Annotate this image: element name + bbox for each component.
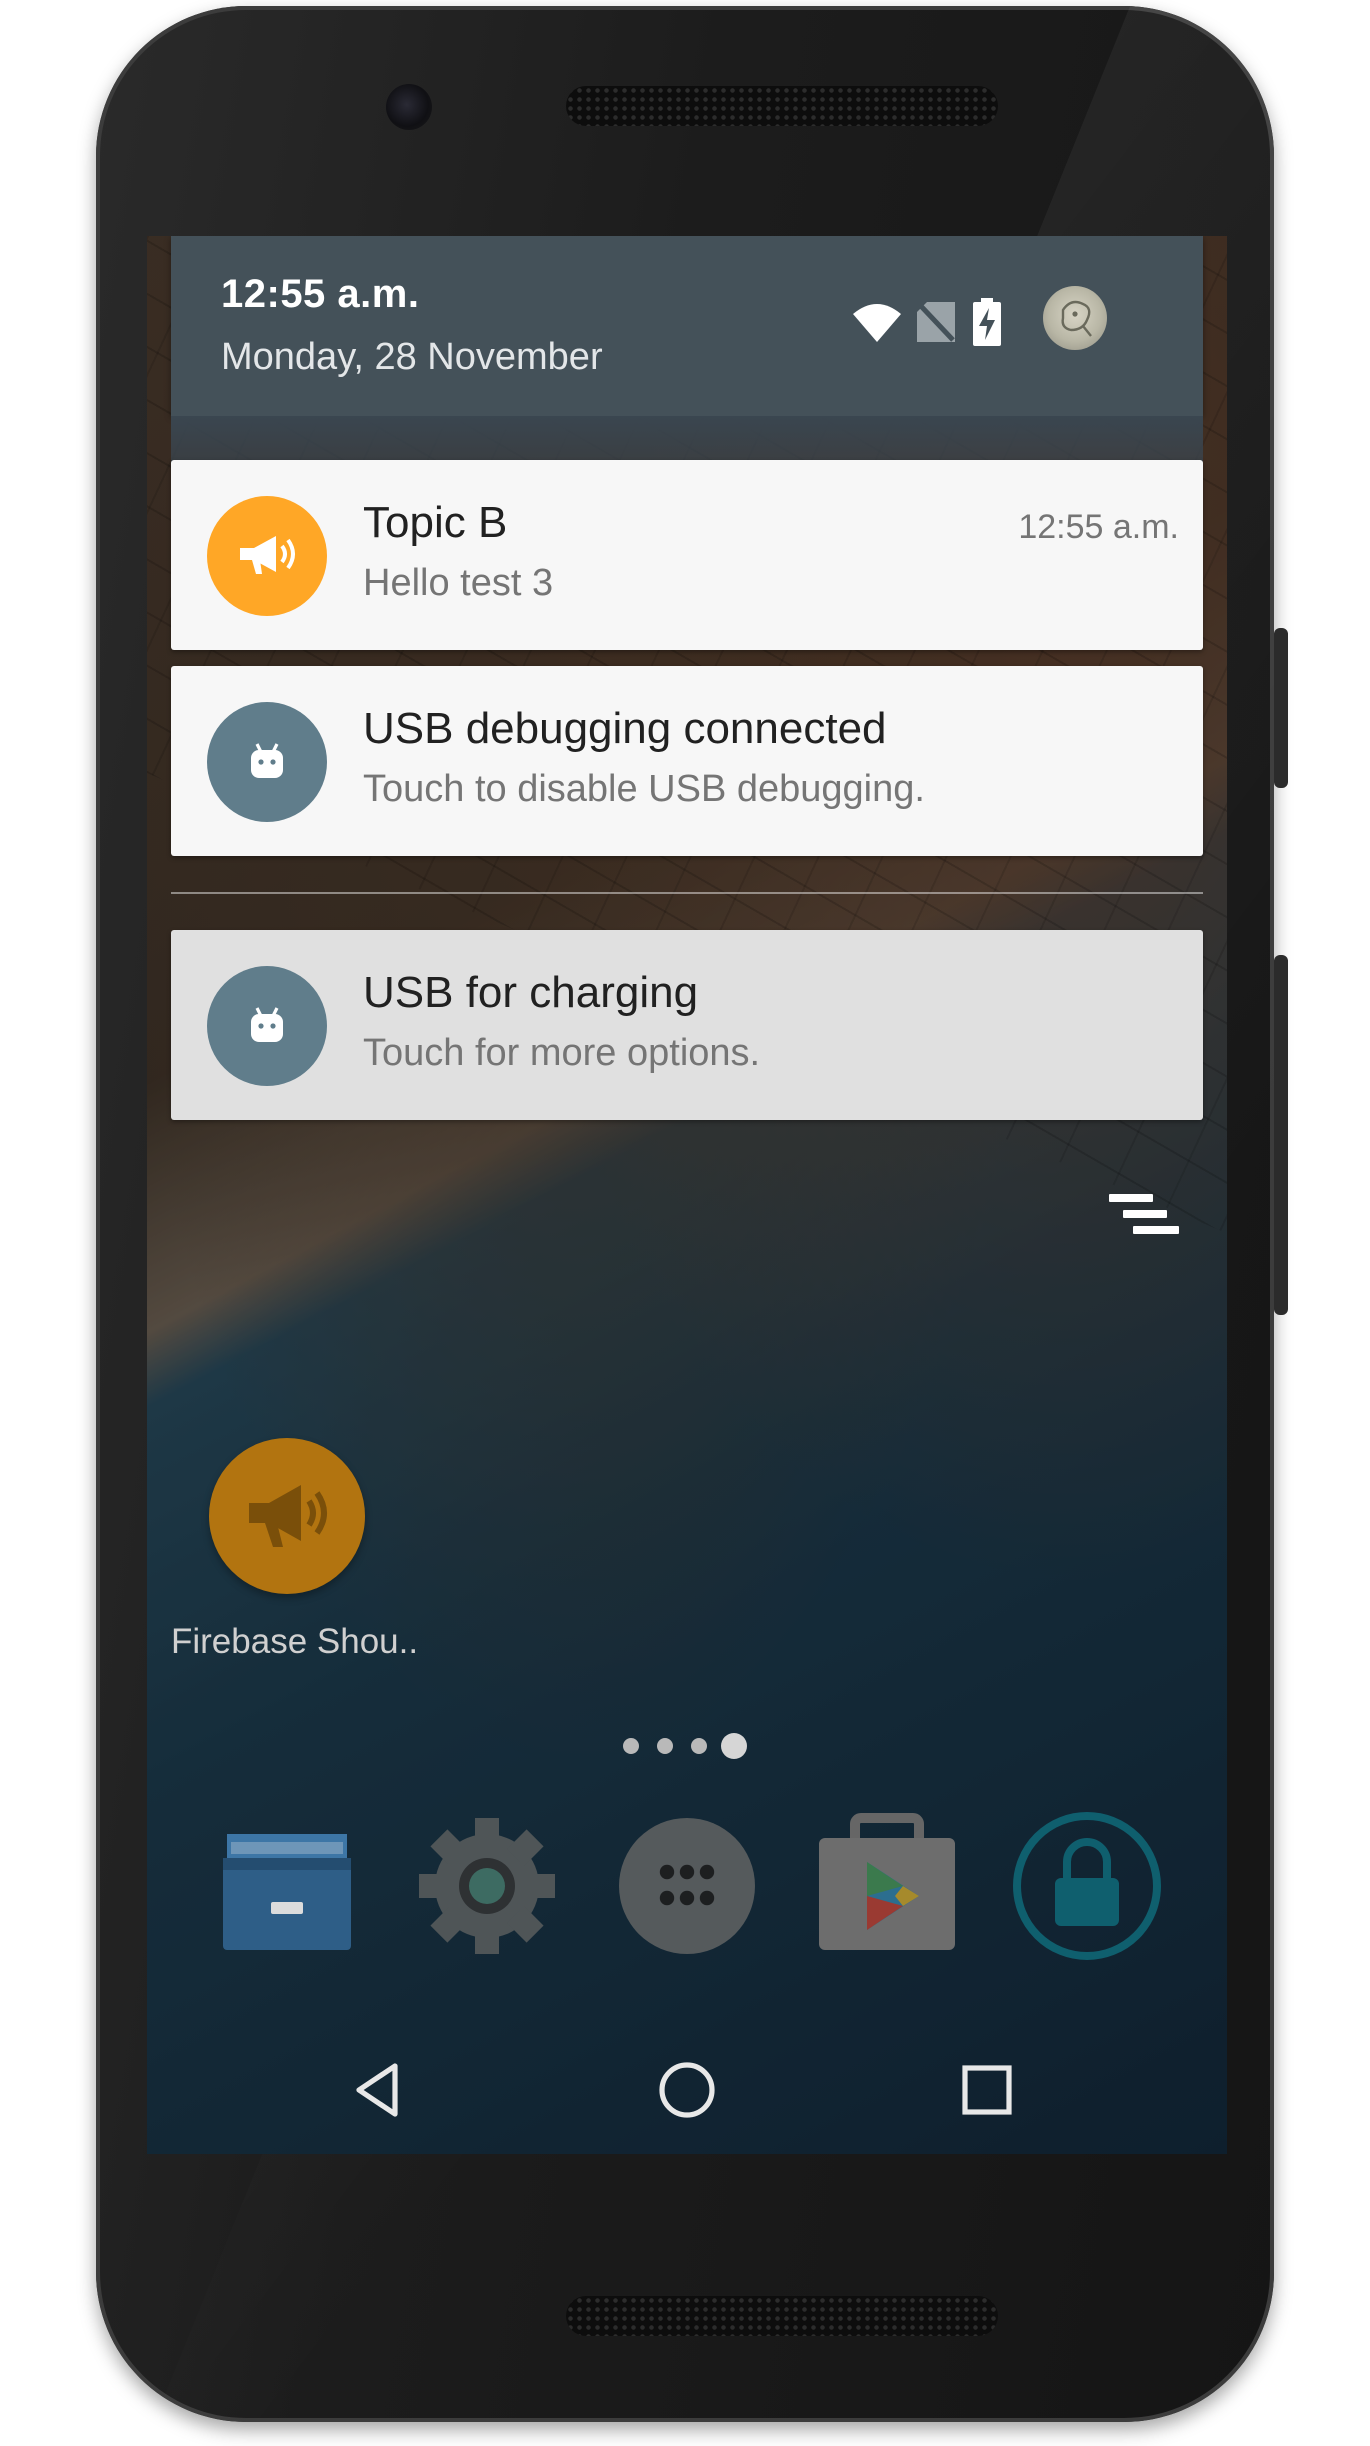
notification-usb-debugging[interactable]: USB debugging connected Touch to disable… [171,666,1203,856]
header-shade [171,416,1203,464]
app-shortcut-label: Firebase Shou.. [171,1622,419,1661]
file-manager-icon[interactable] [207,1806,367,1966]
avatar[interactable] [1043,286,1107,350]
date: Monday, 28 November [221,336,603,378]
back-icon[interactable] [343,2054,415,2126]
notification-text: Hello test 3 [363,562,554,604]
home-icon[interactable] [651,2054,723,2126]
notification-topic-b[interactable]: Topic B Hello test 3 12:55 a.m. [171,460,1203,650]
megaphone-icon [209,1438,365,1594]
notification-divider [171,892,1203,894]
app-drawer-icon[interactable] [607,1806,767,1966]
page-dot [657,1738,673,1754]
quick-settings-header[interactable]: 12:55 a.m. Monday, 28 November [171,236,1203,416]
notification-text: Touch to disable USB debugging. [363,768,925,810]
page-dot [691,1738,707,1754]
volume-rocker [1274,955,1288,1315]
bottom-speaker [566,2296,998,2336]
clear-all-icon[interactable] [1109,1184,1179,1244]
notification-text: Touch for more options. [363,1032,761,1074]
screen: Firebase Shou.. 12:55 a.m. Monday, 28 No… [147,236,1227,2154]
android-icon [207,966,327,1086]
no-sim-icon [917,302,955,347]
play-store-icon[interactable] [807,1806,967,1966]
app-shortcut-firebase[interactable]: Firebase Shou.. [171,1438,419,1662]
wifi-icon [853,302,901,347]
notification-title: USB for charging [363,968,699,1017]
page-dot-current [721,1733,747,1759]
battery-charging-icon [973,298,1001,351]
recents-icon[interactable] [951,2054,1023,2126]
notification-title: Topic B [363,498,508,547]
android-icon [207,702,327,822]
settings-icon[interactable] [407,1806,567,1966]
earpiece-speaker [566,86,998,126]
notification-title: USB debugging connected [363,704,887,753]
megaphone-icon [207,496,327,616]
lock-icon[interactable] [1007,1806,1167,1966]
notification-usb-charging[interactable]: USB for charging Touch for more options. [171,930,1203,1120]
notification-time: 12:55 a.m. [1018,508,1179,546]
navigation-bar [147,2026,1227,2154]
clock: 12:55 a.m. [221,272,420,316]
dock [147,1806,1227,1986]
power-button [1274,628,1288,788]
front-camera [386,84,432,130]
page-dot [623,1738,639,1754]
